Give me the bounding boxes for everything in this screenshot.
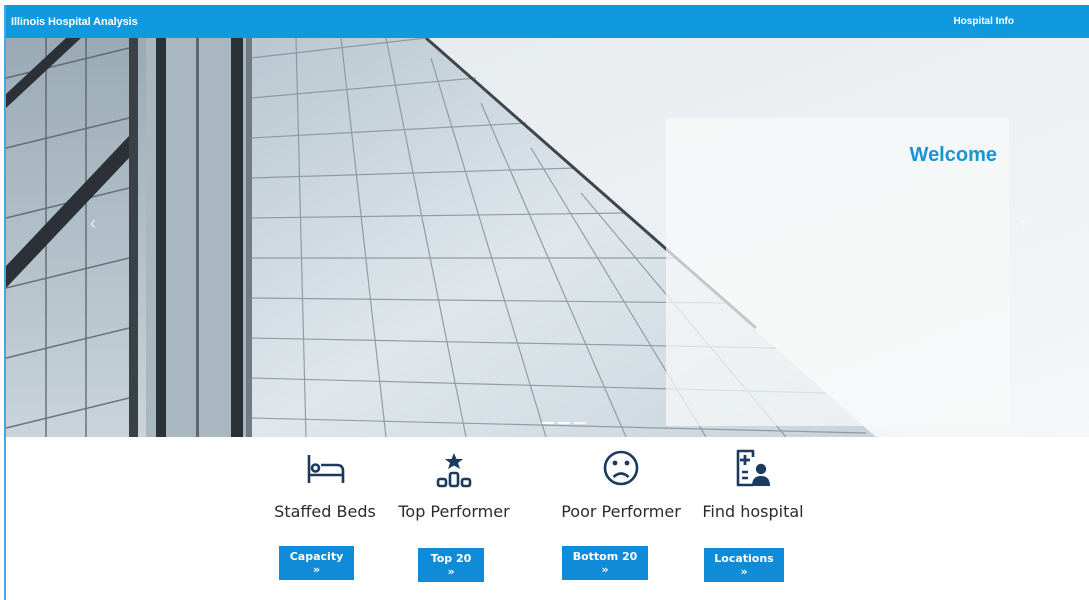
carousel-prev-icon[interactable]: ‹ <box>86 213 100 233</box>
welcome-heading: Welcome <box>909 144 997 166</box>
feature-top-performer: Top Performer <box>398 447 510 521</box>
feature-label: Poor Performer <box>561 502 681 521</box>
navbar: Illinois Hospital Analysis Hospital Info <box>6 5 1089 38</box>
feature-find-hospital: Find hospital <box>700 447 806 521</box>
carousel-indicators <box>542 422 586 424</box>
brand-link[interactable]: Illinois Hospital Analysis <box>11 16 138 28</box>
top-20-button[interactable]: Top 20 » <box>418 548 484 582</box>
sad-face-icon <box>601 447 641 489</box>
bottom-20-button[interactable]: Bottom 20 » <box>562 546 648 580</box>
hero-carousel: Welcome ‹ › <box>6 38 1089 437</box>
carousel-indicator[interactable] <box>542 422 554 424</box>
locations-button[interactable]: Locations » <box>704 548 784 582</box>
hospital-info-link[interactable]: Hospital Info <box>953 16 1014 27</box>
welcome-panel: Welcome <box>666 118 1009 426</box>
feature-poor-performer: Poor Performer <box>556 447 686 521</box>
hospital-person-icon <box>733 447 773 489</box>
carousel-indicator[interactable] <box>558 422 570 424</box>
ranking-podium-star-icon <box>434 447 474 489</box>
feature-staffed-beds: Staffed Beds <box>270 447 380 521</box>
feature-label: Staffed Beds <box>274 502 376 521</box>
carousel-next-icon[interactable]: › <box>1016 213 1030 233</box>
feature-label: Find hospital <box>702 502 804 521</box>
capacity-button[interactable]: Capacity » <box>279 546 354 580</box>
carousel-indicator[interactable] <box>574 422 586 424</box>
bed-icon <box>305 447 345 489</box>
feature-label: Top Performer <box>398 502 510 521</box>
